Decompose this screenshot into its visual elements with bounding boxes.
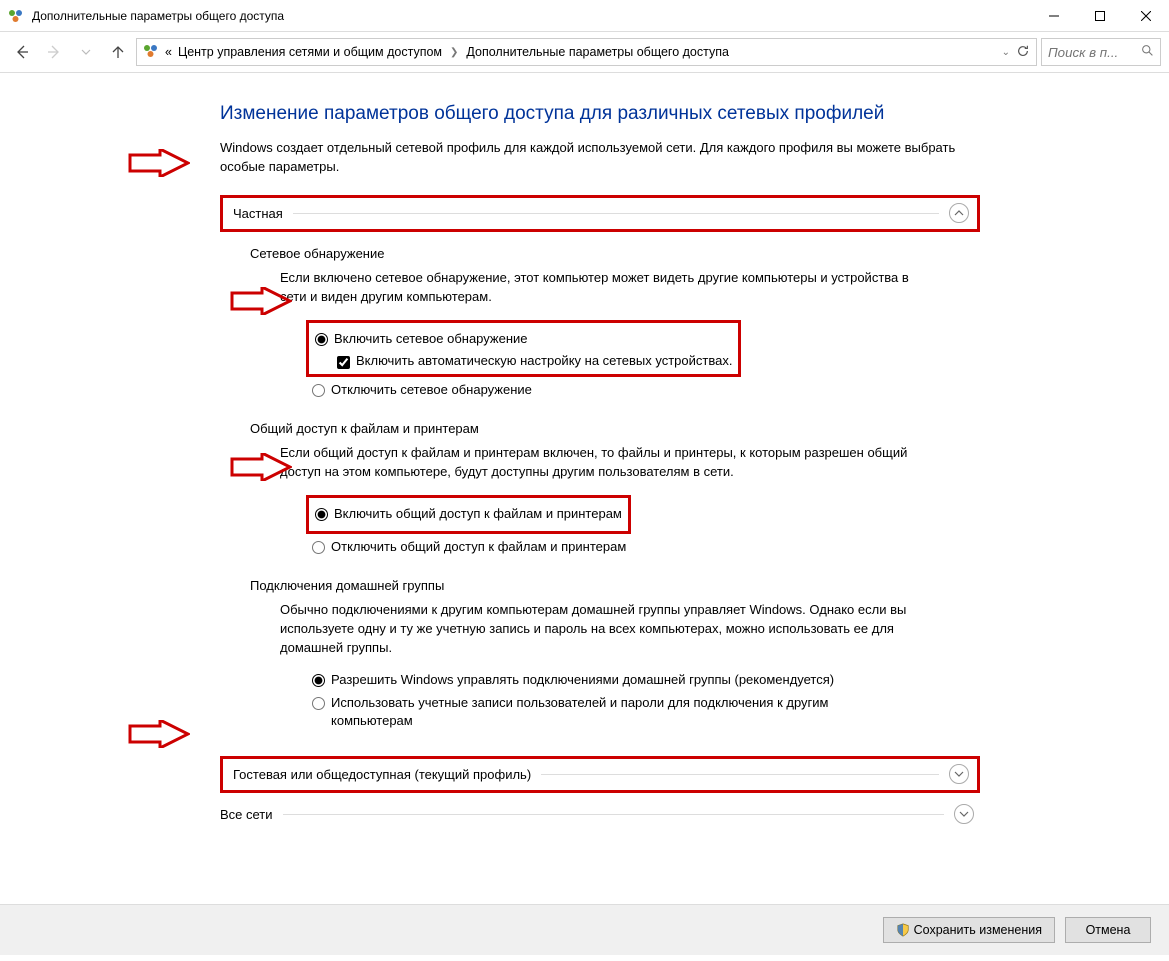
chevron-down-icon[interactable]: ⌄ [1002, 47, 1010, 58]
title-bar: Дополнительные параметры общего доступа [0, 0, 1169, 32]
section-homegroup: Подключения домашней группы [250, 578, 980, 593]
radio-fp-off[interactable] [312, 541, 325, 554]
section-file-printer: Общий доступ к файлам и принтерам [250, 421, 980, 436]
checkbox-autoconf-label[interactable]: Включить автоматическую настройку на сет… [356, 353, 732, 368]
crumb-network-center[interactable]: Центр управления сетями и общим доступом [178, 45, 442, 59]
annotation-arrow-icon [230, 287, 292, 315]
recent-dropdown[interactable] [72, 38, 100, 66]
content-area: Изменение параметров общего доступа для … [0, 72, 1169, 904]
checkbox-autoconf[interactable] [337, 356, 350, 369]
profile-private-header[interactable]: Частная [225, 200, 975, 227]
page-title: Изменение параметров общего доступа для … [220, 103, 980, 125]
homegroup-desc: Обычно подключениями к другим компьютера… [280, 601, 920, 658]
profile-guest-label: Гостевая или общедоступная (текущий проф… [233, 767, 531, 782]
back-button[interactable] [8, 38, 36, 66]
highlight-box: Включить сетевое обнаружение Включить ав… [306, 320, 741, 376]
crumb-advanced-sharing[interactable]: Дополнительные параметры общего доступа [466, 45, 729, 59]
search-input[interactable] [1048, 45, 1135, 60]
chevron-up-icon[interactable] [949, 203, 969, 223]
radio-nd-on-label[interactable]: Включить сетевое обнаружение [334, 330, 528, 348]
address-bar[interactable]: « Центр управления сетями и общим доступ… [136, 38, 1037, 66]
page-subtitle: Windows создает отдельный сетевой профил… [220, 139, 980, 177]
divider [293, 213, 939, 214]
highlight-box: Гостевая или общедоступная (текущий проф… [220, 756, 980, 793]
forward-button[interactable] [40, 38, 68, 66]
search-box[interactable] [1041, 38, 1161, 66]
search-icon[interactable] [1141, 44, 1154, 60]
crumb-prefix: « [165, 45, 172, 59]
cancel-button-label: Отмена [1086, 923, 1131, 937]
network-discovery-desc: Если включено сетевое обнаружение, этот … [280, 269, 920, 307]
highlight-box: Частная [220, 195, 980, 232]
annotation-arrow-icon [230, 453, 292, 481]
nav-bar: « Центр управления сетями и общим доступ… [0, 32, 1169, 72]
radio-nd-on[interactable] [315, 333, 328, 346]
app-icon [8, 8, 24, 24]
close-button[interactable] [1123, 0, 1169, 32]
minimize-button[interactable] [1031, 0, 1077, 32]
chevron-down-icon[interactable] [954, 804, 974, 824]
save-button-label: Сохранить изменения [914, 923, 1042, 937]
annotation-arrow-icon [128, 720, 190, 748]
window-controls [1031, 0, 1169, 32]
save-button[interactable]: Сохранить изменения [883, 917, 1055, 943]
radio-hg-windows-label[interactable]: Разрешить Windows управлять подключениям… [331, 671, 834, 689]
shield-icon [896, 923, 910, 937]
radio-nd-off[interactable] [312, 384, 325, 397]
section-network-discovery: Сетевое обнаружение [250, 246, 980, 261]
radio-hg-accounts[interactable] [312, 697, 325, 710]
profile-all-header[interactable]: Все сети [212, 801, 980, 828]
divider [283, 814, 944, 815]
maximize-button[interactable] [1077, 0, 1123, 32]
cancel-button[interactable]: Отмена [1065, 917, 1151, 943]
window-title: Дополнительные параметры общего доступа [32, 9, 1031, 23]
profile-all-label: Все сети [220, 807, 273, 822]
profile-guest-header[interactable]: Гостевая или общедоступная (текущий проф… [225, 761, 975, 788]
chevron-right-icon: ❯ [448, 47, 460, 58]
refresh-button[interactable] [1016, 44, 1030, 61]
radio-hg-windows[interactable] [312, 674, 325, 687]
chevron-down-icon[interactable] [949, 764, 969, 784]
file-printer-desc: Если общий доступ к файлам и принтерам в… [280, 444, 920, 482]
highlight-box: Включить общий доступ к файлам и принтер… [306, 495, 631, 533]
divider [541, 774, 939, 775]
bottom-bar: Сохранить изменения Отмена [0, 904, 1169, 955]
radio-fp-on-label[interactable]: Включить общий доступ к файлам и принтер… [334, 505, 622, 523]
radio-fp-on[interactable] [315, 508, 328, 521]
up-button[interactable] [104, 38, 132, 66]
profile-private-label: Частная [233, 206, 283, 221]
annotation-arrow-icon [128, 149, 190, 177]
radio-nd-off-label[interactable]: Отключить сетевое обнаружение [331, 381, 532, 399]
address-icon [143, 43, 159, 62]
radio-fp-off-label[interactable]: Отключить общий доступ к файлам и принте… [331, 538, 626, 556]
radio-hg-accounts-label[interactable]: Использовать учетные записи пользователе… [331, 694, 891, 730]
